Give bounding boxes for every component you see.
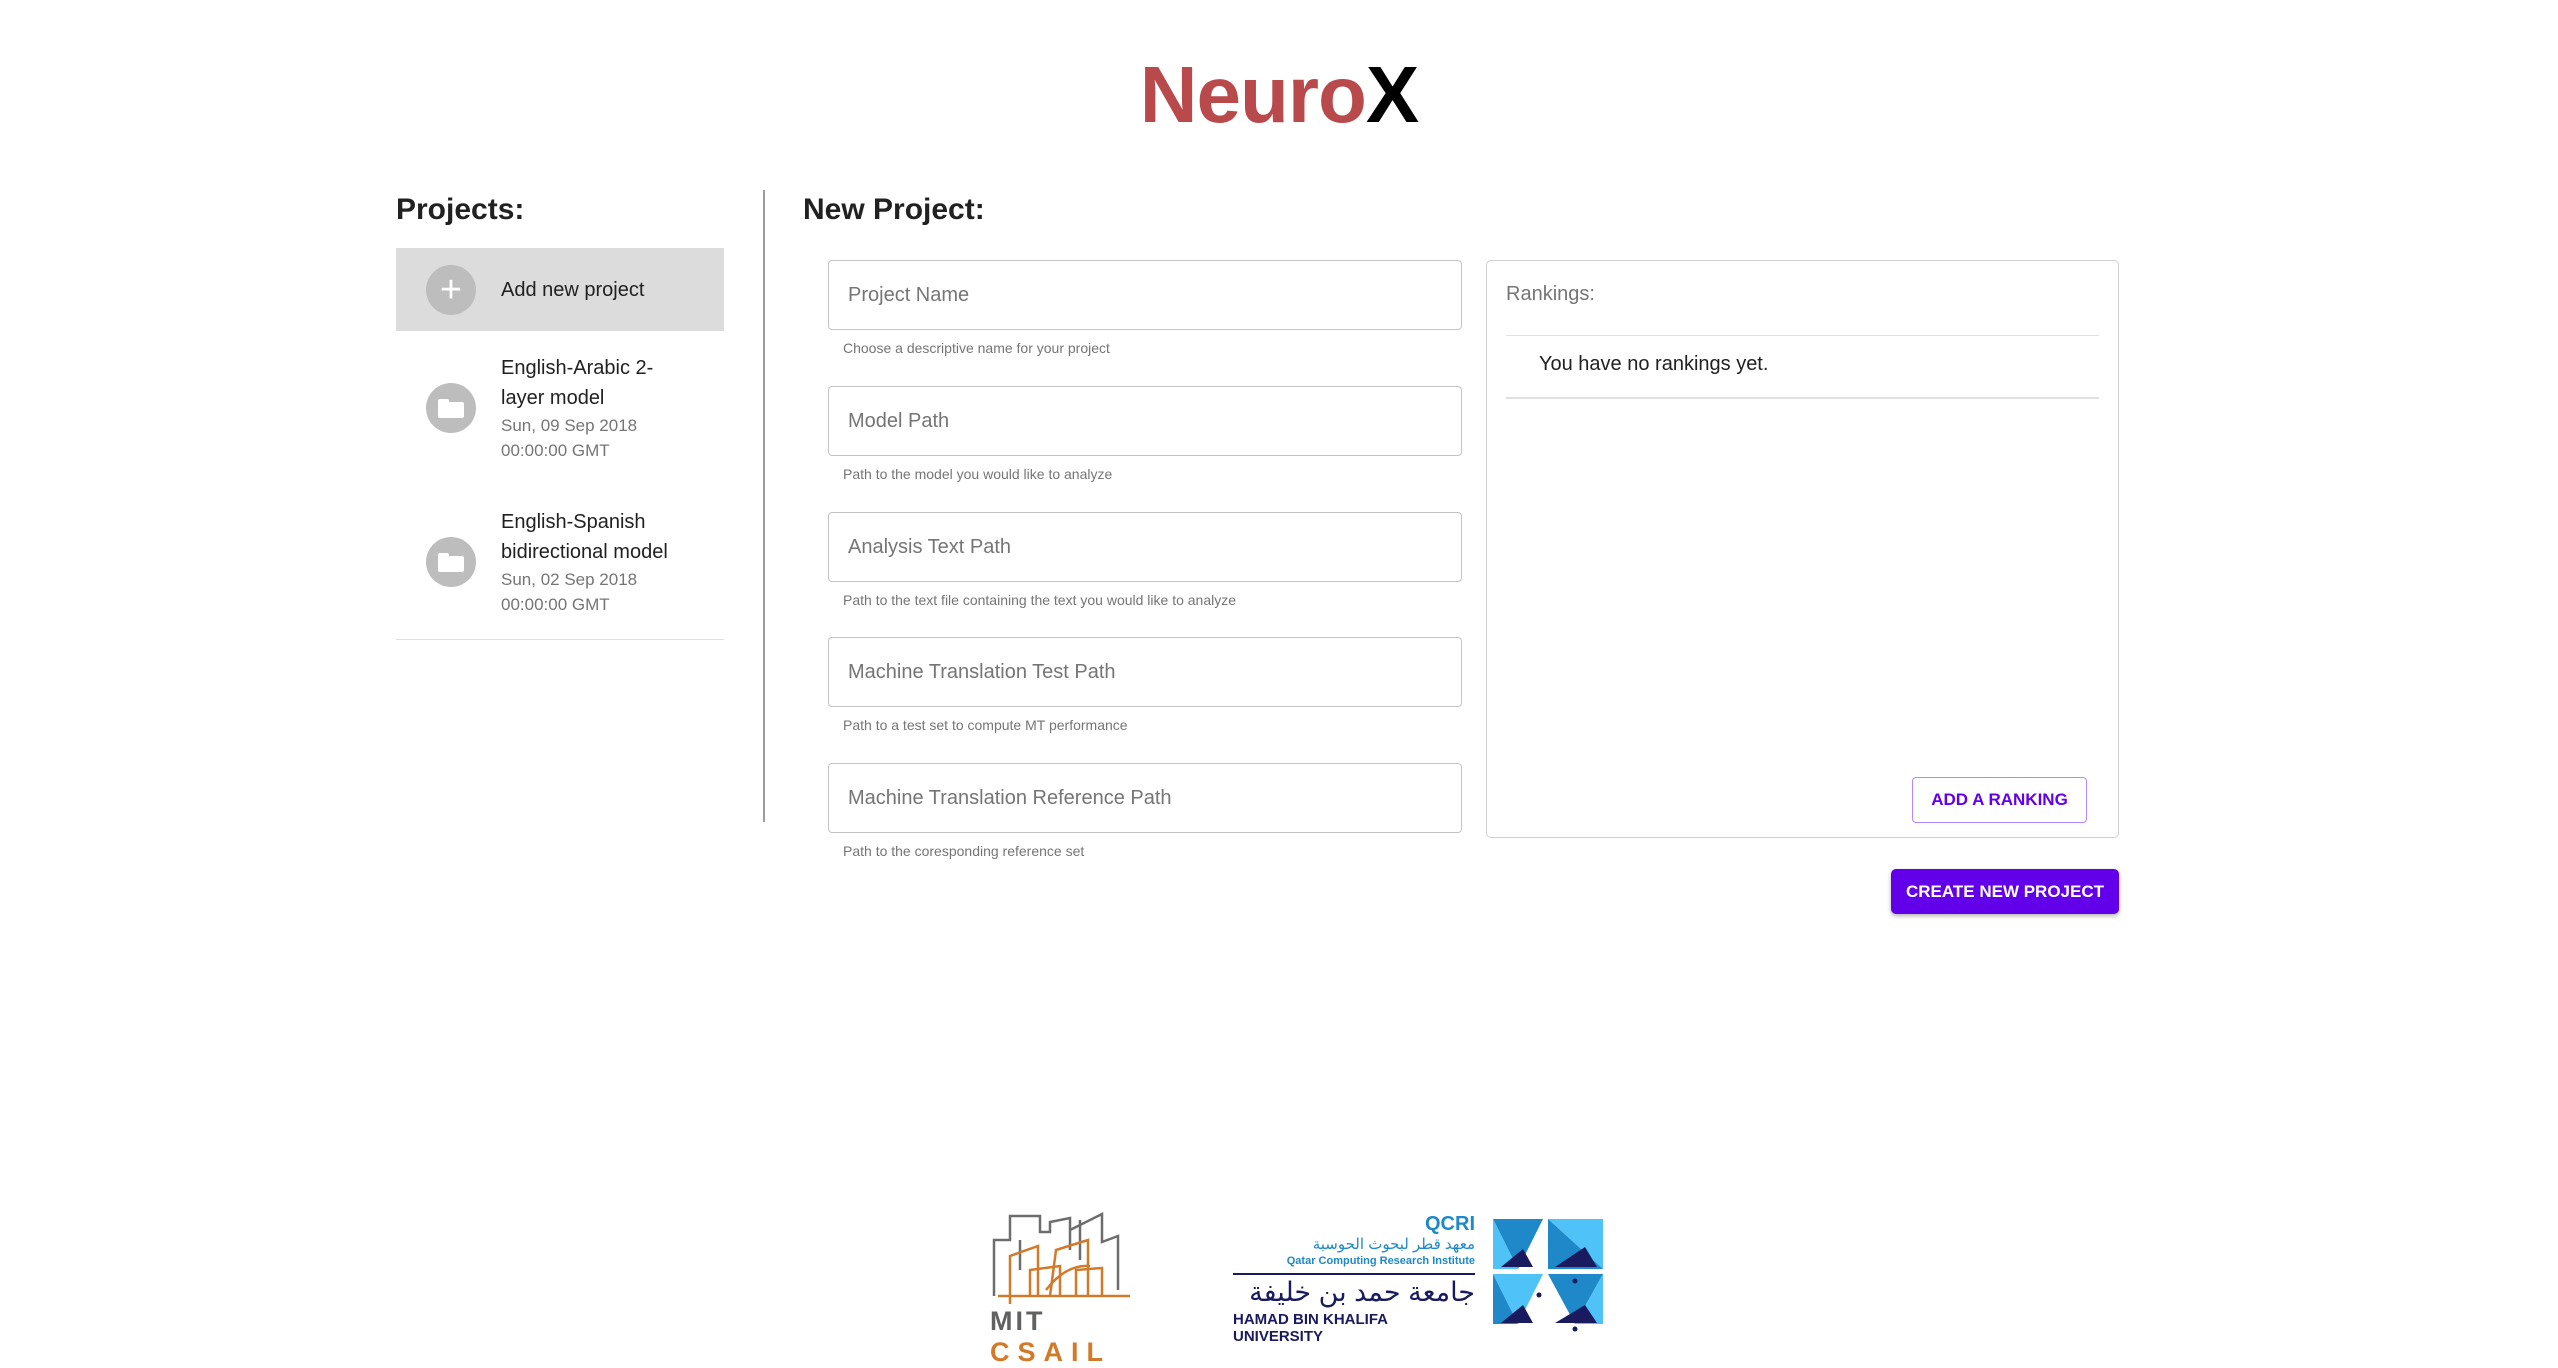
project-date: Sun, 09 Sep 2018	[501, 416, 638, 435]
project-name-input[interactable]	[846, 282, 1461, 308]
rankings-divider	[1506, 397, 2099, 399]
mt-reference-path-input[interactable]	[846, 785, 1461, 811]
project-item[interactable]: English-Spanish bidirectional model Sun,…	[396, 485, 724, 639]
add-avatar: +	[426, 264, 476, 315]
mit-csail-logo: MIT CSAIL	[990, 1210, 1160, 1367]
folder-icon	[438, 398, 464, 418]
hbku-geometric-mark-icon	[1493, 1219, 1603, 1332]
model-path-field: Path to the model you would like to anal…	[828, 386, 1462, 483]
projects-title: Projects:	[396, 193, 525, 226]
project-time: 00:00:00 GMT	[501, 595, 610, 614]
vertical-divider	[763, 190, 765, 822]
projects-sidebar: Projects: + Add new project English-Arab…	[396, 190, 724, 640]
rankings-panel: Rankings: You have no rankings yet. ADD …	[1486, 260, 2119, 838]
project-time: 00:00:00 GMT	[501, 441, 610, 460]
analysis-text-path-input[interactable]	[846, 534, 1461, 560]
model-path-input[interactable]	[846, 408, 1461, 434]
qcri-arabic: معهد قطر لبحوث الحوسبة	[1312, 1236, 1475, 1253]
qcri-english: Qatar Computing Research Institute	[1286, 1255, 1475, 1267]
rankings-empty-message: You have no rankings yet.	[1539, 353, 1769, 375]
plus-icon: +	[439, 268, 463, 311]
logo-x: X	[1365, 50, 1419, 139]
analysis-text-path-help: Path to the text file containing the tex…	[843, 592, 1237, 608]
add-new-project-label: Add new project	[501, 278, 645, 301]
csail-text: CSAIL	[990, 1337, 1111, 1367]
mit-csail-building-icon	[992, 1211, 1130, 1304]
qcri-title: QCRI	[1425, 1213, 1475, 1235]
mit-text: MIT	[990, 1306, 1046, 1336]
hbku-arabic: جامعة حمد بن خليفة	[1249, 1277, 1475, 1307]
create-new-project-button[interactable]: CREATE NEW PROJECT	[1891, 869, 2119, 914]
logo-rule	[1233, 1273, 1475, 1275]
project-name-help: Choose a descriptive name for your proje…	[843, 340, 1110, 356]
project-avatar	[426, 537, 476, 587]
model-path-help: Path to the model you would like to anal…	[843, 466, 1113, 482]
add-new-project-item[interactable]: + Add new project	[396, 248, 724, 331]
mt-test-path-help: Path to a test set to compute MT perform…	[843, 717, 1128, 733]
project-avatar	[426, 383, 476, 433]
mt-reference-path-field: Path to the coresponding reference set	[828, 763, 1462, 860]
rankings-title: Rankings:	[1506, 283, 1595, 305]
folder-icon	[438, 552, 464, 572]
hbku-english: HAMAD BIN KHALIFA UNIVERSITY	[1233, 1311, 1388, 1345]
project-name: English-Spanish bidirectional model	[501, 511, 668, 563]
logo-neuro: Neuro	[1139, 50, 1367, 139]
project-item[interactable]: English-Arabic 2-layer model Sun, 09 Sep…	[396, 331, 724, 485]
qcri-hbku-logo: QCRI معهد قطر لبحوث الحوسبة Qatar Comput…	[1233, 1213, 1603, 1345]
mt-test-path-input[interactable]	[846, 659, 1461, 685]
app-logo: NeuroX	[0, 50, 2558, 140]
project-name: English-Arabic 2-layer model	[501, 357, 654, 409]
project-date: Sun, 02 Sep 2018	[501, 570, 638, 589]
mt-reference-path-help: Path to the coresponding reference set	[843, 843, 1085, 859]
add-ranking-button[interactable]: ADD A RANKING	[1912, 777, 2087, 823]
projects-list: + Add new project English-Arabic 2-layer…	[396, 248, 724, 640]
project-name-field: Choose a descriptive name for your proje…	[828, 260, 1462, 357]
new-project-title: New Project:	[803, 193, 985, 226]
mt-test-path-field: Path to a test set to compute MT perform…	[828, 637, 1462, 734]
analysis-text-path-field: Path to the text file containing the tex…	[828, 512, 1462, 609]
rankings-divider	[1506, 335, 2099, 336]
